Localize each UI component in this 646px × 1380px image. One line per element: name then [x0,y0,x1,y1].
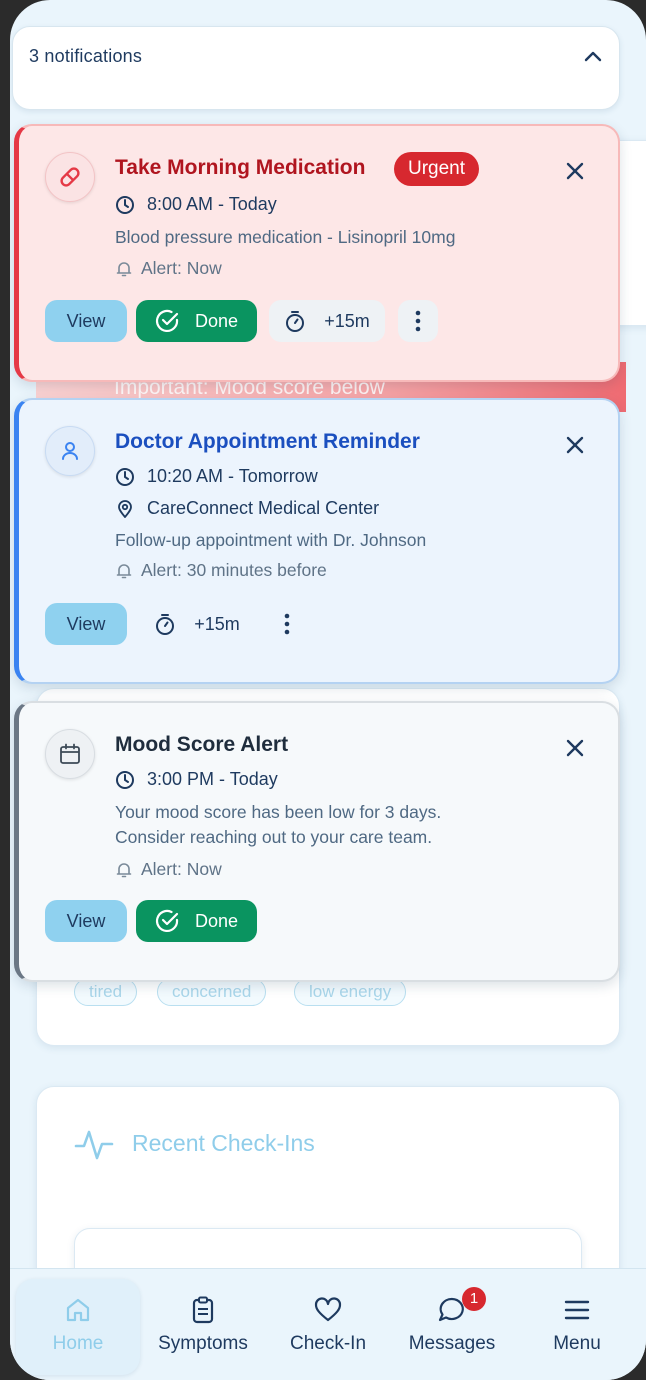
clipboard-icon [192,1296,214,1324]
check-circle-icon [155,309,179,333]
bottom-nav: Home Symptoms Check-In 1 Messages Menu [10,1268,646,1380]
nav-item-check-in[interactable]: Check-In [266,1279,390,1375]
view-button[interactable]: View [45,603,127,645]
nav-label: Symptoms [158,1333,248,1354]
mood-tag: concerned [157,978,267,1006]
mood-tag: tired [74,978,138,1006]
nav-item-messages[interactable]: 1 Messages [390,1279,514,1375]
alert-text: Alert: Now [141,859,222,879]
more-vertical-icon [415,310,421,332]
notification-location: CareConnect Medical Center [115,498,379,519]
nav-label: Home [52,1333,104,1354]
check-circle-icon [155,909,179,933]
notification-title: Doctor Appointment Reminder [115,430,420,453]
done-button[interactable]: Done [136,900,257,942]
snooze-button[interactable]: +15m [139,603,255,645]
done-label: Done [194,910,239,931]
chevron-up-icon[interactable] [581,45,605,69]
nav-item-menu[interactable]: Menu [515,1279,639,1375]
snooze-label: +15m [324,310,370,331]
notification-title: Take Morning Medication [115,156,366,179]
done-label: Done [194,310,239,331]
notification-alert: Alert: Now [115,859,222,880]
notification-time: 8:00 AM - Today [115,194,277,215]
notification-description: Blood pressure medication - Lisinopril 1… [115,227,456,247]
menu-icon [564,1300,590,1320]
phone-screen: Important: Mood score below tired concer… [10,0,646,1380]
time-text: 3:00 PM - Today [147,769,278,789]
urgent-badge: Urgent [394,152,480,186]
message-count-badge: 1 [462,1287,486,1311]
snooze-button[interactable]: +15m [269,300,385,342]
more-vertical-icon [284,613,290,635]
location-text: CareConnect Medical Center [147,498,380,518]
recent-checkins-title: Recent Check-Ins [132,1130,315,1156]
view-button[interactable]: View [45,300,127,342]
clock-icon [116,467,134,486]
more-options-button[interactable] [267,603,307,645]
notification-description-line2: Consider reaching out to your care team. [115,827,433,847]
timer-icon [286,311,305,332]
notification-time: 3:00 PM - Today [115,769,278,790]
home-icon [66,1298,90,1322]
heart-icon [314,1297,342,1322]
activity-icon [74,1130,114,1160]
map-pin-icon [118,499,132,518]
alert-text: Alert: Now [141,258,222,278]
calendar-icon [45,729,95,779]
close-icon[interactable] [564,737,586,759]
time-text: 8:00 AM - Today [147,194,277,214]
notification-card-medication: Take Morning Medication Urgent 8:00 AM -… [14,124,620,382]
nav-label: Check-In [289,1333,367,1354]
snooze-label: +15m [194,613,240,634]
bell-icon [116,862,132,877]
nav-label: Menu [553,1333,601,1354]
close-icon[interactable] [564,160,586,182]
clock-icon [116,770,134,789]
done-button[interactable]: Done [136,300,257,342]
clock-icon [116,195,134,214]
pill-icon [45,152,95,202]
notification-time: 10:20 AM - Tomorrow [115,466,318,487]
user-icon [45,426,95,476]
close-icon[interactable] [564,434,586,456]
time-text: 10:20 AM - Tomorrow [147,466,318,486]
notification-description: Follow-up appointment with Dr. Johnson [115,530,427,550]
view-button[interactable]: View [45,900,127,942]
alert-text: Alert: 30 minutes before [141,560,327,580]
notifications-count: 3 notifications [29,46,143,66]
notification-card-appointment: Doctor Appointment Reminder 10:20 AM - T… [14,398,620,684]
notification-alert: Alert: Now [115,258,222,279]
timer-icon [156,614,175,635]
notifications-header: 3 notifications [12,26,620,110]
bell-icon [116,261,132,276]
mood-tag: low energy [294,978,407,1006]
notification-title: Mood Score Alert [115,733,289,756]
nav-item-home[interactable]: Home [16,1279,140,1375]
notification-description-line1: Your mood score has been low for 3 days. [115,802,442,822]
nav-item-symptoms[interactable]: Symptoms [141,1279,265,1375]
notification-alert: Alert: 30 minutes before [115,560,327,581]
nav-label: Messages [408,1333,496,1354]
more-options-button[interactable] [398,300,438,342]
bell-icon [116,563,132,578]
notification-card-mood: Mood Score Alert 3:00 PM - Today Your mo… [14,701,620,982]
